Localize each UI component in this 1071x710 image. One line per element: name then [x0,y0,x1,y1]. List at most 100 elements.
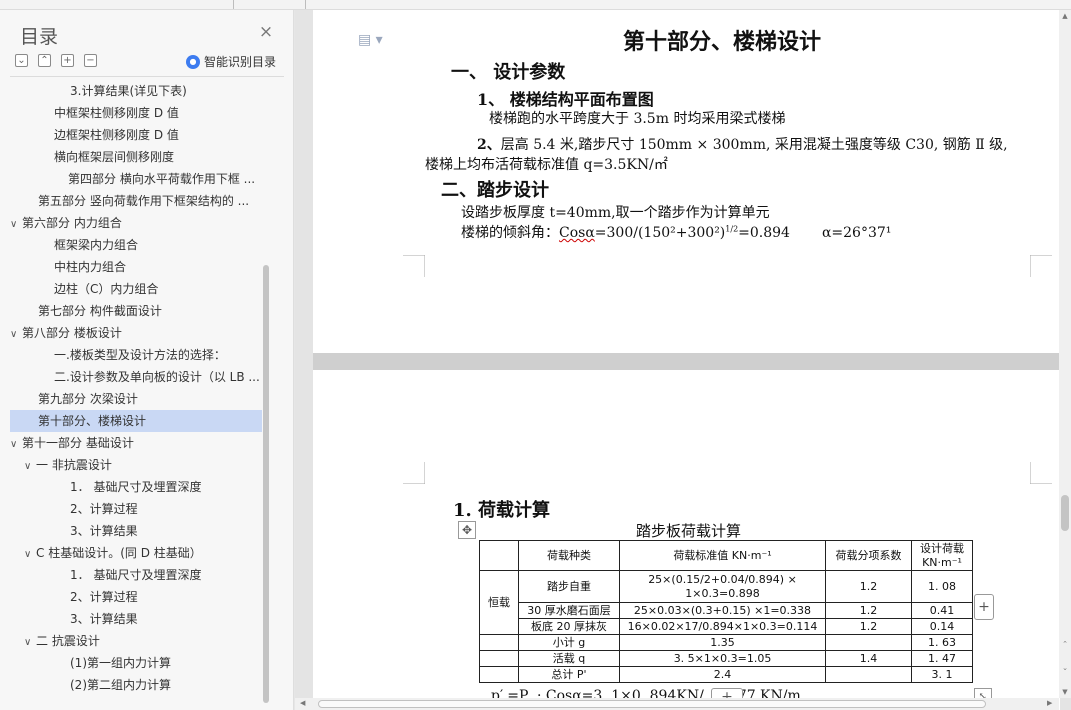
toc-item[interactable]: 一.楼板类型及设计方法的选择： [10,344,262,366]
table-cell[interactable]: 小计 g [518,634,620,651]
toc-item[interactable]: (1)第一组内力计算 [10,652,262,674]
scroll-next-page-icon[interactable]: ⌄ [1061,664,1069,672]
chevron-down-icon[interactable]: ∨ [10,324,22,344]
toc-item[interactable]: 第七部分 构件截面设计 [10,300,262,322]
table-cell[interactable]: 1. 08 [911,570,973,603]
toc-item-label: 第八部分 楼板设计 [22,326,122,340]
table-header-cell[interactable]: 设计荷载 KN·m⁻¹ [911,540,973,571]
chevron-down-icon[interactable]: ∨ [24,632,36,652]
toc-item[interactable]: 2、计算过程 [10,586,262,608]
vertical-scrollbar[interactable] [1059,10,1071,698]
table-cell[interactable]: 1.2 [825,618,912,635]
toc-item[interactable]: ∨ 第六部分 内力组合 [10,212,262,234]
scroll-right-icon[interactable]: ▶ [1047,699,1052,707]
table-cell[interactable]: 踏步自重 [518,570,620,603]
toc-item-label: 3.计算结果(详见下表) [70,84,187,98]
table-group-cell[interactable]: 恒载 [479,570,519,635]
table-cell[interactable]: 板底 20 厚抹灰 [518,618,620,635]
toc-item[interactable]: ∨ 第八部分 楼板设计 [10,322,262,344]
table-cell[interactable]: 25×0.03×(0.3+0.15) ×1=0.338 [619,602,826,619]
toc-item[interactable]: 1． 基础尺寸及埋置深度 [10,564,262,586]
toc-item[interactable]: 中框架柱侧移刚度 D 值 [10,102,262,124]
table-cell[interactable]: 3. 1 [911,666,973,683]
toc-item[interactable]: 3、计算结果 [10,520,262,542]
table-header-cell[interactable]: 荷载分项系数 [825,540,912,571]
table-cell[interactable]: 0.41 [911,602,973,619]
table-cell[interactable]: 0.14 [911,618,973,635]
table-cell[interactable]: 1.35 [619,634,826,651]
toc-item[interactable]: 第五部分 竖向荷载作用下框架结构的 ... [10,190,262,212]
margin-corner [403,255,425,277]
toc-item[interactable]: 3.计算结果(详见下表) [10,80,262,102]
toc-item[interactable]: 1． 基础尺寸及埋置深度 [10,476,262,498]
toc-item[interactable]: 框架梁内力组合 [10,234,262,256]
add-heading-icon[interactable]: + [61,54,74,67]
toc-item[interactable]: 边柱（C）内力组合 [10,278,262,300]
toc-item[interactable]: ∨ C 柱基础设计。(同 D 柱基础） [10,542,262,564]
horizontal-scrollbar-thumb[interactable] [318,700,986,708]
vertical-scrollbar-thumb[interactable] [1061,495,1069,531]
add-column-button[interactable]: + [974,594,994,620]
toc-item[interactable]: 第四部分 横向水平荷载作用下框 ... [10,168,262,190]
table-move-handle-icon[interactable]: ✥ [458,521,476,539]
top-ruler [0,0,1071,10]
toc-item[interactable]: 第九部分 次梁设计 [10,388,262,410]
table-cell[interactable]: 16×0.02×17/0.894×1×0.3=0.114 [619,618,826,635]
toc-item-selected[interactable]: 第十部分、楼梯设计 [10,410,262,432]
table-cell[interactable]: 1. 63 [911,634,973,651]
table-cell[interactable]: 总计 P' [518,666,620,683]
table-cell[interactable] [825,666,912,683]
remove-heading-icon[interactable]: − [84,54,97,67]
table-cell[interactable] [479,540,519,571]
table-cell[interactable] [479,650,519,667]
table-header-cell[interactable]: 荷载种类 [518,540,620,571]
toc-item[interactable]: 边框架柱侧移刚度 D 值 [10,124,262,146]
scroll-left-icon[interactable]: ◀ [300,699,305,707]
table-cell[interactable]: 25×(0.15/2+0.04/0.894) × 1×0.3=0.898 [619,570,826,603]
toc-item[interactable]: 二.设计参数及单向板的设计（以 LB ... [10,366,262,388]
chevron-down-icon[interactable]: ∨ [24,544,36,564]
toc-item[interactable]: ∨ 二 抗震设计 [10,630,262,652]
toc-item[interactable]: ∨ 第十一部分 基础设计 [10,432,262,454]
chevron-down-icon[interactable]: ∨ [10,434,22,454]
table-cell[interactable] [825,634,912,651]
toc-scrollbar-thumb[interactable] [263,265,269,703]
toc-item[interactable]: 3、计算结果 [10,608,262,630]
toc-item-label: (2)第二组内力计算 [70,678,171,692]
load-table[interactable]: 荷载种类 荷载标准值 KN·m⁻¹ 荷载分项系数 设计荷载 KN·m⁻¹ 恒载 … [479,540,973,683]
toc-item[interactable]: 中柱内力组合 [10,256,262,278]
table-cell[interactable]: 2.4 [619,666,826,683]
table-cell[interactable]: 1.4 [825,650,912,667]
scroll-down-icon[interactable]: ▼ [1061,688,1069,696]
paragraph-text: 层高 5.4 米,踏步尺寸 150mm × 300mm, 采用混凝土强度等级 C… [500,137,1008,153]
document-area[interactable]: ▤ ▾ 第十部分、楼梯设计 一、 设计参数 1、 楼梯结构平面布置图 楼梯跑的水… [295,10,1071,710]
smart-toc-button[interactable]: ● 智能识别目录 [186,53,276,70]
formula-label: 楼梯的倾斜角： [461,225,559,241]
table-cell[interactable] [479,666,519,683]
document-icon[interactable]: ▤ ▾ [358,32,383,48]
scroll-up-icon[interactable]: ▲ [1061,12,1069,20]
table-row: 活载 q 3. 5×1×0.3=1.05 1.4 1. 47 [479,650,973,667]
scroll-prev-page-icon[interactable]: ⌃ [1061,640,1069,648]
chevron-down-icon[interactable]: ∨ [24,456,36,476]
page-2[interactable]: 1. 荷载计算 ✥ 踏步板荷载计算 荷载种类 荷载标准值 KN·m⁻¹ 荷载分项… [313,370,1060,710]
smart-toc-label: 智能识别目录 [204,55,277,69]
close-icon[interactable]: × [258,24,274,41]
page-1[interactable]: ▤ ▾ 第十部分、楼梯设计 一、 设计参数 1、 楼梯结构平面布置图 楼梯跑的水… [313,10,1060,353]
expand-all-icon[interactable]: ⌄ [15,54,28,67]
table-cell[interactable]: 1.2 [825,570,912,603]
toc-item[interactable]: (2)第二组内力计算 [10,674,262,696]
table-cell[interactable]: 1. 47 [911,650,973,667]
table-header-cell[interactable]: 荷载标准值 KN·m⁻¹ [619,540,826,571]
table-cell[interactable] [479,634,519,651]
collapse-all-icon[interactable]: ⌃ [38,54,51,67]
margin-corner [403,462,425,484]
toc-item[interactable]: ∨ 一 非抗震设计 [10,454,262,476]
table-cell[interactable]: 活载 q [518,650,620,667]
table-cell[interactable]: 1.2 [825,602,912,619]
toc-item[interactable]: 2、计算过程 [10,498,262,520]
toc-item[interactable]: 横向框架层间侧移刚度 [10,146,262,168]
table-cell[interactable]: 30 厚水磨石面层 [518,602,620,619]
chevron-down-icon[interactable]: ∨ [10,214,22,234]
table-cell[interactable]: 3. 5×1×0.3=1.05 [619,650,826,667]
